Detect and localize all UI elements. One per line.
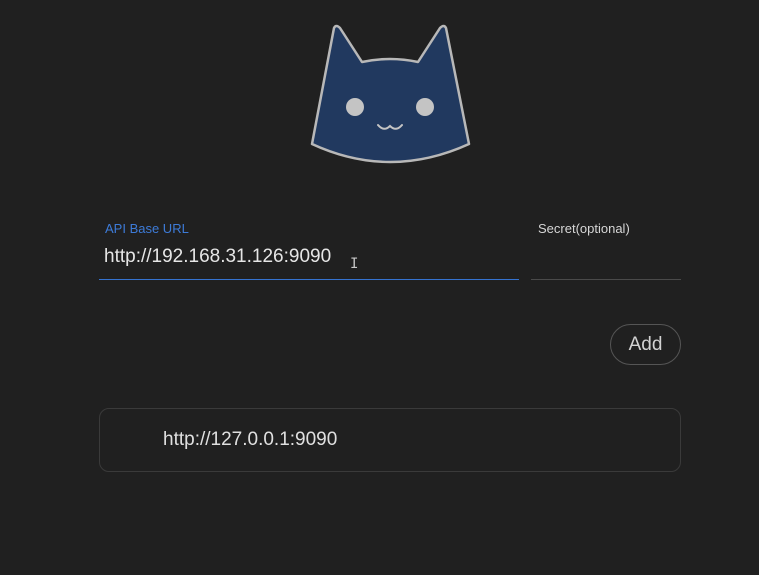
cat-right-eye <box>416 98 434 116</box>
secret-input[interactable] <box>531 240 681 274</box>
server-url: http://127.0.0.1:9090 <box>163 429 338 450</box>
server-list: http://127.0.0.1:9090 <box>99 408 681 472</box>
api-base-url-underline <box>99 279 519 280</box>
api-base-url-input[interactable] <box>99 240 519 274</box>
api-base-url-field: API Base URL <box>99 216 519 280</box>
secret-field: Secret(optional) <box>531 216 681 280</box>
add-button[interactable]: Add <box>610 324 681 365</box>
api-base-url-label: API Base URL <box>105 221 189 236</box>
text-cursor-icon: I <box>350 256 359 272</box>
cat-head-shape <box>310 24 471 164</box>
clash-setup-page: API Base URL I Secret(optional) Add http… <box>0 0 759 575</box>
cat-head-icon <box>310 24 471 164</box>
server-list-item[interactable]: http://127.0.0.1:9090 <box>99 408 681 472</box>
secret-underline <box>531 279 681 280</box>
cat-left-eye <box>346 98 364 116</box>
secret-label: Secret(optional) <box>538 221 630 236</box>
